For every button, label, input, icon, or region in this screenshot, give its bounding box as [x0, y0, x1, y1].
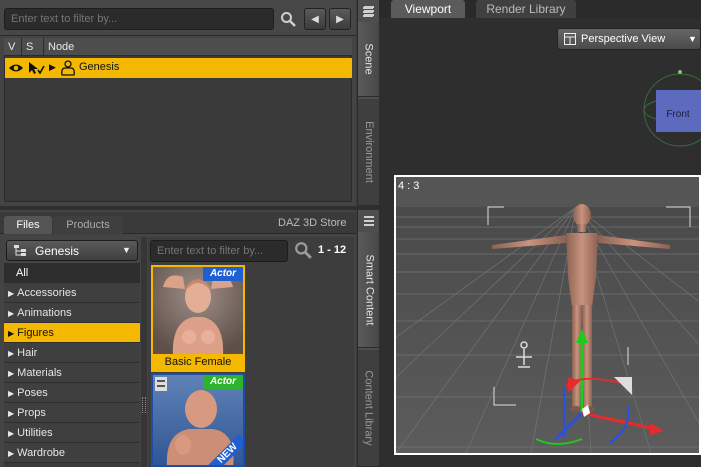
- actor-badge: Actor: [203, 267, 243, 281]
- content-item-actor[interactable]: Actor NEW: [151, 373, 245, 467]
- forward-button[interactable]: ▶: [329, 8, 351, 30]
- expand-triangle-icon[interactable]: ▶: [49, 62, 56, 73]
- expand-triangle-icon: ▶: [8, 409, 15, 418]
- category-item[interactable]: All: [4, 263, 140, 283]
- chevron-down-icon: ▼: [122, 245, 131, 255]
- arrow-left-icon: ◀: [311, 13, 319, 25]
- expand-triangle-icon: ▶: [8, 329, 15, 338]
- panel-menu-icon[interactable]: [359, 213, 379, 229]
- tab-render-library[interactable]: Render Library: [476, 0, 576, 18]
- view-cube-face-label: Front: [666, 109, 690, 120]
- tab-smart-content[interactable]: Smart Content: [358, 232, 380, 348]
- scene-filter-input[interactable]: [4, 8, 274, 30]
- column-node[interactable]: Node: [44, 38, 352, 56]
- figure-select[interactable]: Genesis ▼: [6, 240, 138, 261]
- figure-select-value: Genesis: [35, 244, 80, 258]
- actor-badge: Actor: [203, 375, 243, 389]
- figure-node-icon: [61, 60, 75, 76]
- scene-render: [396, 177, 699, 453]
- folder-tree-icon: [14, 245, 26, 256]
- document-icon: [155, 377, 167, 391]
- search-icon[interactable]: [294, 241, 312, 262]
- page-count: 1 - 12: [318, 244, 347, 256]
- expand-triangle-icon: ▶: [8, 429, 15, 438]
- content-filter-input[interactable]: [150, 240, 288, 262]
- content-item-basic-female[interactable]: Actor Basic Female: [151, 265, 245, 372]
- category-item[interactable]: ▶ Utilities: [4, 423, 140, 443]
- column-selectable[interactable]: S: [22, 38, 44, 56]
- content-item-caption: Basic Female: [153, 354, 243, 370]
- category-item[interactable]: ▶ Materials: [4, 363, 140, 383]
- category-item[interactable]: ▶ Animations: [4, 303, 140, 323]
- view-cube[interactable]: Front: [640, 62, 701, 152]
- scene-column-header: V S Node: [4, 38, 352, 56]
- category-item-selected[interactable]: ▶ Figures: [4, 323, 140, 343]
- expand-triangle-icon: ▶: [8, 349, 15, 358]
- aspect-ratio-label: 4 : 3: [398, 180, 420, 192]
- tab-scene[interactable]: Scene: [358, 22, 380, 97]
- arrow-right-icon: ▶: [336, 13, 344, 25]
- tab-files[interactable]: Files: [4, 216, 52, 234]
- node-label: Genesis: [79, 61, 120, 73]
- tab-environment[interactable]: Environment: [358, 99, 380, 206]
- tab-viewport[interactable]: Viewport: [391, 0, 465, 18]
- expand-triangle-icon: ▶: [8, 449, 15, 458]
- scene-node-list: ▶ Genesis: [4, 56, 352, 202]
- expand-triangle-icon: ▶: [8, 309, 15, 318]
- scene-side-tabs: Scene Environment: [357, 0, 380, 206]
- view-mode-label: Perspective View: [581, 33, 666, 45]
- search-icon: [281, 12, 296, 27]
- category-list: All ▶ Accessories ▶ Animations ▶ Figures ▶ H…: [4, 263, 140, 467]
- camera-frame: [394, 175, 701, 455]
- tab-products[interactable]: Products: [53, 216, 123, 234]
- view-grid-icon: [564, 33, 576, 45]
- scene-node-row[interactable]: ▶ Genesis: [5, 58, 352, 78]
- column-visible[interactable]: V: [4, 38, 22, 56]
- pointer-select-icon[interactable]: [27, 61, 45, 75]
- viewport-menu-icon[interactable]: [358, 4, 378, 20]
- eye-icon[interactable]: [8, 62, 24, 74]
- expand-triangle-icon: ▶: [8, 389, 15, 398]
- expand-triangle-icon: ▶: [8, 289, 15, 298]
- search-button[interactable]: [277, 8, 299, 30]
- content-side-tabs: Smart Content Content Library: [357, 210, 380, 467]
- category-item[interactable]: ▶ Props: [4, 403, 140, 423]
- daz-store-link[interactable]: DAZ 3D Store: [278, 217, 346, 229]
- back-button[interactable]: ◀: [304, 8, 326, 30]
- expand-triangle-icon: ▶: [8, 369, 15, 378]
- view-mode-select[interactable]: Perspective View ▼: [557, 28, 701, 50]
- category-item[interactable]: ▶ Poses: [4, 383, 140, 403]
- vertical-splitter[interactable]: [141, 237, 147, 467]
- category-item[interactable]: ▶ Accessories: [4, 283, 140, 303]
- category-item[interactable]: ▶ Hair: [4, 343, 140, 363]
- tab-content-library[interactable]: Content Library: [358, 350, 380, 467]
- category-item[interactable]: ▶ Wardrobe: [4, 443, 140, 463]
- chevron-down-icon: ▼: [688, 34, 697, 44]
